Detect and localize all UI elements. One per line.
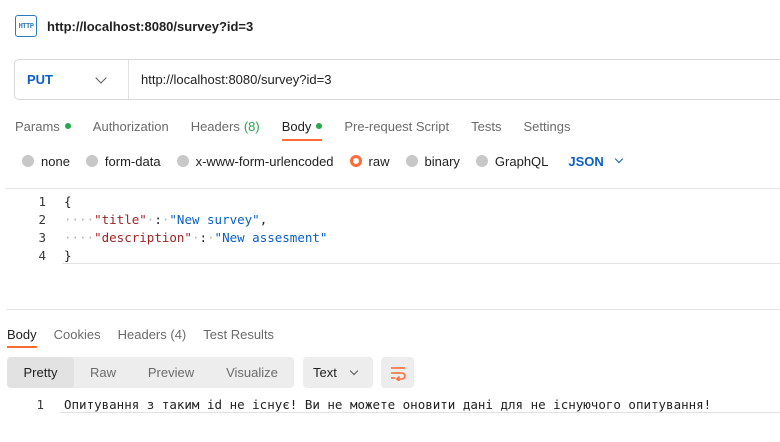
radio-icon <box>22 155 34 167</box>
code-text: { <box>64 194 72 209</box>
divider <box>62 263 780 264</box>
code-line: 1 { <box>6 192 71 210</box>
response-tab-body[interactable]: Body <box>7 327 37 348</box>
body-type-none[interactable]: none <box>22 154 70 169</box>
response-body-line: 1 Опитування з таким id не існує! Ви не … <box>0 395 780 413</box>
divider <box>60 412 780 413</box>
json-value: "New survey" <box>169 211 260 227</box>
chevron-down-icon <box>614 154 624 164</box>
line-number: 1 <box>38 193 46 209</box>
response-tab-cookies[interactable]: Cookies <box>54 327 101 342</box>
code-line: 4 } <box>6 246 71 264</box>
http-request-icon: HTTP <box>15 15 37 37</box>
response-format-select[interactable]: Text <box>303 357 373 388</box>
method-select[interactable]: PUT <box>15 60 129 99</box>
view-preview-button[interactable]: Preview <box>132 357 210 388</box>
radio-icon <box>405 155 418 167</box>
line-number: 4 <box>38 247 46 263</box>
code-line: 3 ····"description"·:·"New assesment" <box>6 228 327 246</box>
tab-pre-request-label: Pre-request Script <box>344 118 450 134</box>
radio-icon <box>85 155 98 167</box>
line-number: 1 <box>36 396 44 412</box>
tab-authorization[interactable]: Authorization <box>93 119 169 134</box>
body-indicator-dot <box>316 123 323 129</box>
response-view-toggle: Pretty Raw Preview Visualize <box>7 357 294 388</box>
url-input[interactable]: http://localhost:8080/survey?id=3 <box>129 72 331 87</box>
tab-settings-label: Settings <box>523 118 571 134</box>
body-type-graphql-label: GraphQL <box>494 153 549 169</box>
tab-body[interactable]: Body <box>281 118 323 141</box>
response-format-label: Text <box>313 365 337 380</box>
body-type-urlencoded-label: x-www-form-urlencoded <box>195 153 334 169</box>
radio-icon <box>475 155 488 167</box>
chevron-down-icon <box>349 366 359 375</box>
request-body-editor[interactable]: 1 { 2 ····"title"·:·"New survey", 3 ····… <box>6 188 780 310</box>
tab-headers[interactable]: Headers (8) <box>191 119 260 134</box>
url-bar: PUT http://localhost:8080/survey?id=3 <box>14 59 780 100</box>
body-type-raw-label: raw <box>368 153 390 169</box>
tab-pre-request-script[interactable]: Pre-request Script <box>344 119 449 134</box>
line-number: 3 <box>38 229 46 245</box>
wrap-lines-button[interactable] <box>381 357 414 388</box>
headers-count: (8) <box>243 118 260 134</box>
response-tab-headers[interactable]: Headers (4) <box>118 327 187 342</box>
open-brace: { <box>64 193 72 209</box>
code-text: ····"description"·:·"New assesment" <box>64 229 328 245</box>
view-visualize-button[interactable]: Visualize <box>210 357 294 388</box>
body-type-urlencoded[interactable]: x-www-form-urlencoded <box>176 153 334 169</box>
json-key: "description" <box>94 229 192 245</box>
radio-icon <box>176 155 189 167</box>
view-raw-button[interactable]: Raw <box>74 357 132 388</box>
tab-params-label: Params <box>15 118 60 134</box>
body-type-binary[interactable]: binary <box>405 153 460 169</box>
request-tabs: Params Authorization Headers (8) Body Pr… <box>15 115 592 141</box>
radio-checked-icon <box>349 155 362 167</box>
body-type-binary-label: binary <box>424 153 460 169</box>
body-type-raw[interactable]: raw <box>349 153 390 169</box>
body-type-selector: none form-data x-www-form-urlencoded raw… <box>22 152 624 170</box>
request-tab-header: HTTP http://localhost:8080/survey?id=3 <box>0 0 780 52</box>
language-label: JSON <box>568 153 604 169</box>
response-text: Опитування з таким id не існує! Ви не мо… <box>64 396 712 412</box>
close-brace: } <box>64 247 72 263</box>
line-number: 2 <box>38 211 46 227</box>
response-tab-test-results[interactable]: Test Results <box>203 327 274 342</box>
tab-authorization-label: Authorization <box>92 118 169 134</box>
body-type-graphql[interactable]: GraphQL <box>475 153 549 169</box>
method-label: PUT <box>27 72 53 87</box>
tab-tests-label: Tests <box>471 118 502 134</box>
tab-headers-label: Headers <box>190 118 240 134</box>
code-text: ····"title"·:·"New survey", <box>64 211 268 227</box>
request-title: http://localhost:8080/survey?id=3 <box>47 18 254 34</box>
code-line: 2 ····"title"·:·"New survey", <box>6 210 267 228</box>
body-type-form-data-label: form-data <box>104 153 161 169</box>
view-pretty-button[interactable]: Pretty <box>7 357 74 388</box>
tab-settings[interactable]: Settings <box>523 119 570 134</box>
body-type-form-data[interactable]: form-data <box>85 153 161 169</box>
language-select[interactable]: JSON <box>568 153 624 169</box>
code-text: } <box>64 248 72 263</box>
tab-params[interactable]: Params <box>15 119 71 134</box>
json-key: "title" <box>94 211 147 227</box>
json-value: "New assesment" <box>214 229 328 245</box>
wrap-lines-icon <box>390 366 406 381</box>
body-type-none-label: none <box>41 153 70 169</box>
chevron-down-icon <box>95 71 107 84</box>
tab-tests[interactable]: Tests <box>471 119 501 134</box>
response-tabs: Body Cookies Headers (4) Test Results <box>7 324 291 348</box>
params-indicator-dot <box>64 123 71 129</box>
tab-body-label: Body <box>281 118 312 134</box>
